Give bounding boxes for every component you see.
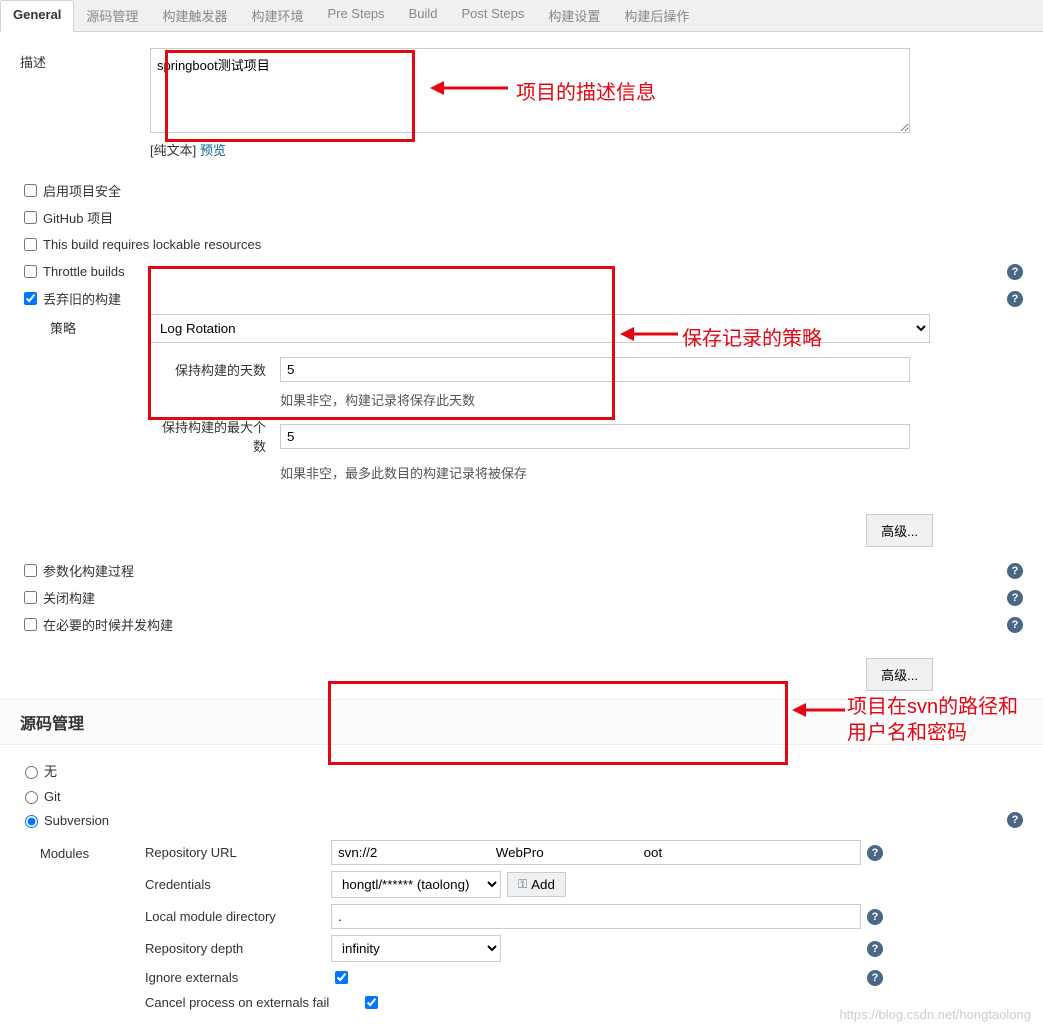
- throttle-builds-checkbox[interactable]: [24, 265, 37, 278]
- config-tabs: General 源码管理 构建触发器 构建环境 Pre Steps Build …: [0, 0, 1043, 32]
- concurrent-help-icon[interactable]: ?: [1007, 617, 1023, 633]
- parameterized-build-label: 参数化构建过程: [43, 561, 134, 580]
- max-builds-input[interactable]: [280, 424, 910, 449]
- strategy-select[interactable]: Log Rotation: [150, 314, 930, 343]
- github-project-label: GitHub 项目: [43, 208, 113, 227]
- concurrent-build-checkbox[interactable]: [24, 618, 37, 631]
- scm-svn-radio[interactable]: [25, 815, 38, 828]
- tab-pre-steps[interactable]: Pre Steps: [315, 0, 396, 31]
- credentials-label: Credentials: [141, 877, 331, 892]
- disable-build-checkbox[interactable]: [24, 591, 37, 604]
- tab-env[interactable]: 构建环境: [239, 0, 315, 31]
- repository-url-input[interactable]: [331, 840, 861, 865]
- tab-post-steps[interactable]: Post Steps: [449, 0, 536, 31]
- lockable-resources-checkbox[interactable]: [24, 238, 37, 251]
- local-module-directory-label: Local module directory: [141, 909, 331, 924]
- lockable-resources-label: This build requires lockable resources: [43, 237, 261, 252]
- days-hint: 如果非空，构建记录将保存此天数: [280, 390, 1023, 409]
- tab-build-settings[interactable]: 构建设置: [536, 0, 612, 31]
- discard-help-icon[interactable]: ?: [1007, 291, 1023, 307]
- disable-build-label: 关闭构建: [43, 588, 95, 607]
- disable-help-icon[interactable]: ?: [1007, 590, 1023, 606]
- description-label: 描述: [20, 48, 150, 71]
- tab-general[interactable]: General: [0, 0, 74, 32]
- throttle-help-icon[interactable]: ?: [1007, 264, 1023, 280]
- modules-label: Modules: [20, 840, 141, 1018]
- tab-postbuild[interactable]: 构建后操作: [612, 0, 701, 31]
- days-to-keep-input[interactable]: [280, 357, 910, 382]
- discard-old-builds-label: 丢弃旧的构建: [43, 289, 121, 308]
- ignore-externals-checkbox[interactable]: [335, 971, 348, 984]
- tab-triggers[interactable]: 构建触发器: [150, 0, 239, 31]
- description-textarea[interactable]: springboot测试项目: [150, 48, 910, 133]
- concurrent-build-label: 在必要的时候并发构建: [43, 615, 173, 634]
- parameterized-help-icon[interactable]: ?: [1007, 563, 1023, 579]
- ignore-externals-label: Ignore externals: [141, 970, 331, 985]
- discard-old-builds-checkbox[interactable]: [24, 292, 37, 305]
- days-to-keep-label: 保持构建的天数: [150, 360, 280, 379]
- parameterized-build-checkbox[interactable]: [24, 564, 37, 577]
- advanced-button-2[interactable]: 高级...: [866, 658, 933, 691]
- scm-none-label: 无: [44, 761, 57, 780]
- repository-depth-label: Repository depth: [141, 941, 331, 956]
- cancel-on-externals-fail-checkbox[interactable]: [365, 996, 378, 1009]
- advanced-button-1[interactable]: 高级...: [866, 514, 933, 547]
- plain-text-label: [纯文本]: [150, 143, 196, 158]
- scm-section-title: 源码管理: [0, 699, 1043, 745]
- cancel-on-externals-fail-label: Cancel process on externals fail: [141, 995, 361, 1010]
- github-project-checkbox[interactable]: [24, 211, 37, 224]
- repository-depth-select[interactable]: infinity: [331, 935, 501, 962]
- max-builds-label: 保持构建的最大个数: [150, 417, 280, 455]
- enable-project-security-label: 启用项目安全: [43, 181, 121, 200]
- tab-build[interactable]: Build: [397, 0, 450, 31]
- repo-url-help-icon[interactable]: ?: [867, 845, 883, 861]
- key-icon: ⚿: [518, 877, 527, 892]
- add-credentials-button[interactable]: ⚿ Add: [507, 872, 566, 897]
- repository-url-label: Repository URL: [141, 845, 331, 860]
- max-hint: 如果非空，最多此数目的构建记录将被保存: [280, 463, 1023, 482]
- credentials-select[interactable]: hongtl/****** (taolong): [331, 871, 501, 898]
- throttle-builds-label: Throttle builds: [43, 264, 125, 279]
- depth-help-icon[interactable]: ?: [867, 941, 883, 957]
- local-module-directory-input[interactable]: [331, 904, 861, 929]
- scm-none-radio[interactable]: [25, 766, 38, 779]
- scm-svn-label: Subversion: [44, 813, 109, 828]
- scm-git-radio[interactable]: [25, 791, 38, 804]
- enable-project-security-checkbox[interactable]: [24, 184, 37, 197]
- strategy-label: 策略: [50, 314, 150, 337]
- local-dir-help-icon[interactable]: ?: [867, 909, 883, 925]
- preview-link[interactable]: 预览: [200, 143, 226, 158]
- tab-scm[interactable]: 源码管理: [74, 0, 150, 31]
- svn-help-icon[interactable]: ?: [1007, 812, 1023, 828]
- ignore-ext-help-icon[interactable]: ?: [867, 970, 883, 986]
- scm-git-label: Git: [44, 789, 61, 804]
